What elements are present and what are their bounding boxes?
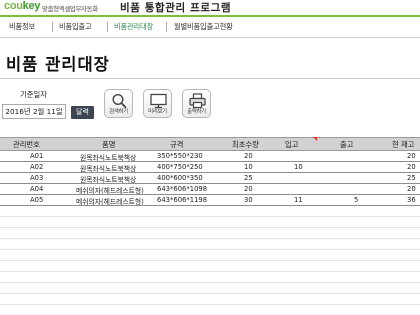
title-divider: [0, 78, 420, 79]
header-stock: 현 재고: [392, 140, 415, 149]
header-initial: 최초수량: [232, 140, 259, 149]
header-in: 입고: [285, 140, 299, 149]
page-title: 비품 관리대장: [6, 55, 110, 74]
search-button[interactable]: 검색하기: [104, 89, 133, 118]
tab-monthly-status[interactable]: 월별비품입출고현황: [174, 22, 233, 32]
header-name: 품명: [102, 140, 116, 149]
empty-row: [0, 283, 420, 294]
cell-id: A03: [30, 174, 44, 182]
table-row[interactable]: A04 메쉬의자(헤드레스트형) 643*606*1098 20 20: [0, 184, 420, 195]
cell-name: 메쉬의자(헤드레스트형): [76, 198, 144, 206]
cell-id: A02: [30, 163, 44, 171]
header-id: 관리번호: [13, 140, 40, 149]
tab-item-info[interactable]: 비품정보: [9, 22, 35, 32]
cell-stock: 25: [407, 174, 416, 182]
cell-initial: 25: [244, 174, 253, 182]
cell-stock: 20: [407, 152, 416, 160]
cell-stock: 20: [407, 185, 416, 193]
cell-name: 원목좌식노트북책상: [80, 165, 137, 173]
empty-row: [0, 261, 420, 272]
header-spec: 규격: [170, 140, 184, 149]
cell-stock: 36: [407, 196, 416, 204]
comment-marker: [313, 137, 317, 141]
cell-name: 원목좌식노트북책상: [80, 176, 137, 184]
print-button-label: 출력하기: [187, 109, 206, 115]
table-row[interactable]: A03 원목좌식노트북책상 400*600*350 25 25: [0, 173, 420, 184]
cell-initial: 30: [244, 196, 253, 204]
cell-id: A01: [30, 152, 44, 160]
cell-out: 5: [354, 196, 359, 204]
logo-tagline: 맞춤형엑셀업무자동화: [42, 5, 98, 13]
logo-text-accent: key: [22, 0, 41, 12]
cell-in: 11: [294, 196, 303, 204]
empty-row: [0, 217, 420, 228]
table-row[interactable]: A01 원목좌식노트북책상 350*550*230 20 20: [0, 151, 420, 162]
empty-row: [0, 305, 420, 315]
empty-row: [0, 294, 420, 305]
tab-item-inout[interactable]: 비품입출고: [59, 22, 92, 32]
tab-item-ledger[interactable]: 비품관리대장: [114, 22, 153, 32]
empty-row: [0, 206, 420, 217]
cell-name: 메쉬의자(헤드레스트형): [76, 187, 144, 195]
logo-text: cou: [4, 0, 23, 12]
header-out: 출고: [340, 140, 354, 149]
print-button[interactable]: 출력하기: [182, 89, 211, 118]
cell-in: 10: [294, 163, 303, 171]
cell-name: 원목좌식노트북책상: [80, 154, 137, 162]
coukey-logo[interactable]: coukey: [4, 0, 40, 12]
nav-separator: [107, 22, 108, 32]
cell-initial: 20: [244, 152, 253, 160]
search-button-label: 검색하기: [109, 109, 128, 115]
cell-initial: 10: [244, 163, 253, 171]
cell-spec: 400*600*350: [157, 174, 203, 182]
date-field[interactable]: 2016년 2월 11일: [2, 104, 66, 119]
empty-row: [0, 239, 420, 250]
table-header: 관리번호 품명 규격 최초수량 입고 출고 현 재고: [0, 137, 420, 151]
cell-initial: 20: [244, 185, 253, 193]
app-title: 비품 통합관리 프로그램: [120, 2, 232, 14]
preview-button[interactable]: 미리보기: [143, 89, 172, 118]
cell-spec: 350*550*230: [157, 152, 203, 160]
cell-id: A05: [30, 196, 44, 204]
cell-stock: 20: [407, 163, 416, 171]
nav-separator: [166, 22, 167, 32]
empty-row: [0, 250, 420, 261]
empty-row: [0, 228, 420, 239]
nav-separator: [52, 22, 53, 32]
cell-spec: 643*606*1198: [157, 196, 208, 204]
calendar-button[interactable]: 달력: [71, 106, 94, 119]
app-header: coukey 맞춤형엑셀업무자동화 비품 통합관리 프로그램: [0, 0, 420, 15]
cell-spec: 643*606*1098: [157, 185, 208, 193]
table-row[interactable]: A02 원목좌식노트북책상 400*750*250 10 10 20: [0, 162, 420, 173]
table-row[interactable]: A05 메쉬의자(헤드레스트형) 643*606*1198 30 11 5 36: [0, 195, 420, 206]
cell-spec: 400*750*250: [157, 163, 203, 171]
preview-button-label: 미리보기: [148, 109, 167, 115]
cell-id: A04: [30, 185, 44, 193]
main-nav: 비품정보 비품입출고 비품관리대장 월별비품입출고현황: [0, 17, 420, 38]
date-label: 기준일자: [2, 88, 65, 102]
empty-row: [0, 272, 420, 283]
